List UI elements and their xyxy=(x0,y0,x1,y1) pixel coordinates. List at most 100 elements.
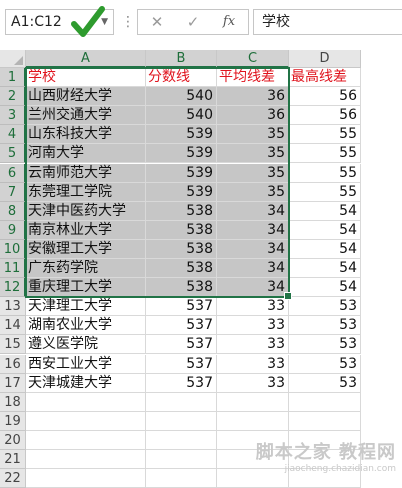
cancel-icon[interactable]: ✕ xyxy=(142,10,172,34)
table-cell[interactable]: 36 xyxy=(217,106,289,126)
row-header[interactable]: 5 xyxy=(0,144,26,164)
table-cell[interactable]: 广东药学院 xyxy=(26,259,146,279)
table-cell[interactable]: 东莞理工学院 xyxy=(26,182,146,202)
table-cell[interactable]: 天津城建大学 xyxy=(26,373,146,393)
table-cell[interactable]: 53 xyxy=(289,316,361,336)
table-cell[interactable]: 55 xyxy=(289,125,361,145)
table-cell[interactable]: 56 xyxy=(289,106,361,126)
table-cell[interactable]: 55 xyxy=(289,144,361,164)
row-header[interactable]: 17 xyxy=(0,373,26,393)
table-cell[interactable] xyxy=(26,430,146,450)
table-cell[interactable]: 湖南农业大学 xyxy=(26,316,146,336)
table-cell[interactable] xyxy=(26,411,146,431)
row-header[interactable]: 11 xyxy=(0,259,26,279)
table-cell[interactable] xyxy=(26,469,146,488)
table-cell[interactable] xyxy=(26,392,146,412)
table-cell[interactable]: 537 xyxy=(146,354,217,374)
row-header[interactable]: 18 xyxy=(0,392,26,412)
table-cell[interactable]: 重庆理工大学 xyxy=(26,278,146,298)
row-header[interactable]: 12 xyxy=(0,278,26,298)
row-header[interactable]: 14 xyxy=(0,316,26,336)
table-cell[interactable] xyxy=(146,450,217,470)
formula-bar-splitter[interactable]: ⋮ xyxy=(121,12,135,32)
table-cell[interactable]: 35 xyxy=(217,125,289,145)
table-cell[interactable]: 54 xyxy=(289,220,361,240)
insert-function-icon[interactable]: fx xyxy=(214,10,244,34)
table-cell[interactable]: 537 xyxy=(146,335,217,355)
table-cell[interactable]: 33 xyxy=(217,373,289,393)
table-cell[interactable]: 539 xyxy=(146,125,217,145)
table-cell[interactable] xyxy=(217,392,289,412)
table-cell[interactable]: 天津理工大学 xyxy=(26,297,146,317)
table-cell[interactable]: 539 xyxy=(146,163,217,183)
row-header[interactable]: 22 xyxy=(0,469,26,488)
table-cell[interactable]: 山东科技大学 xyxy=(26,125,146,145)
table-cell[interactable]: 53 xyxy=(289,354,361,374)
table-cell[interactable] xyxy=(26,450,146,470)
table-cell[interactable]: 35 xyxy=(217,163,289,183)
header-cell[interactable]: 平均线差 xyxy=(217,68,289,88)
table-cell[interactable]: 河南大学 xyxy=(26,144,146,164)
row-header[interactable]: 19 xyxy=(0,411,26,431)
table-cell[interactable]: 34 xyxy=(217,201,289,221)
table-cell[interactable]: 33 xyxy=(217,354,289,374)
table-cell[interactable]: 54 xyxy=(289,239,361,259)
table-cell[interactable]: 34 xyxy=(217,239,289,259)
table-cell[interactable] xyxy=(146,430,217,450)
table-cell[interactable] xyxy=(146,392,217,412)
row-header[interactable]: 4 xyxy=(0,125,26,145)
table-cell[interactable]: 33 xyxy=(217,297,289,317)
header-cell[interactable]: 分数线 xyxy=(146,68,217,88)
table-cell[interactable]: 538 xyxy=(146,220,217,240)
table-cell[interactable]: 538 xyxy=(146,278,217,298)
table-cell[interactable]: 540 xyxy=(146,87,217,107)
table-cell[interactable]: 遵义医学院 xyxy=(26,335,146,355)
table-cell[interactable]: 53 xyxy=(289,373,361,393)
column-header-b[interactable]: B xyxy=(146,50,217,68)
table-cell[interactable]: 山西财经大学 xyxy=(26,87,146,107)
table-cell[interactable]: 35 xyxy=(217,144,289,164)
table-cell[interactable]: 云南师范大学 xyxy=(26,163,146,183)
column-header-d[interactable]: D xyxy=(289,50,361,68)
table-cell[interactable]: 537 xyxy=(146,373,217,393)
row-header[interactable]: 9 xyxy=(0,220,26,240)
table-cell[interactable]: 55 xyxy=(289,182,361,202)
table-cell[interactable]: 西安工业大学 xyxy=(26,354,146,374)
table-cell[interactable]: 539 xyxy=(146,144,217,164)
row-header[interactable]: 20 xyxy=(0,430,26,450)
table-cell[interactable]: 53 xyxy=(289,297,361,317)
row-header[interactable]: 3 xyxy=(0,106,26,126)
row-header[interactable]: 6 xyxy=(0,163,26,183)
table-cell[interactable]: 34 xyxy=(217,259,289,279)
row-header[interactable]: 2 xyxy=(0,87,26,107)
table-cell[interactable]: 538 xyxy=(146,239,217,259)
table-cell[interactable] xyxy=(217,411,289,431)
row-header[interactable]: 1 xyxy=(0,68,26,88)
table-cell[interactable]: 34 xyxy=(217,278,289,298)
table-cell[interactable]: 540 xyxy=(146,106,217,126)
row-header[interactable]: 8 xyxy=(0,201,26,221)
table-cell[interactable]: 天津中医药大学 xyxy=(26,201,146,221)
row-header[interactable]: 10 xyxy=(0,239,26,259)
row-header[interactable]: 15 xyxy=(0,335,26,355)
table-cell[interactable]: 南京林业大学 xyxy=(26,220,146,240)
table-cell[interactable]: 兰州交通大学 xyxy=(26,106,146,126)
table-cell[interactable]: 537 xyxy=(146,297,217,317)
table-cell[interactable] xyxy=(146,411,217,431)
column-header-c[interactable]: C xyxy=(217,50,289,68)
table-cell[interactable]: 53 xyxy=(289,335,361,355)
table-cell[interactable] xyxy=(289,392,361,412)
column-header-a[interactable]: A xyxy=(26,50,146,68)
table-cell[interactable]: 537 xyxy=(146,316,217,336)
row-header[interactable]: 7 xyxy=(0,182,26,202)
table-cell[interactable]: 54 xyxy=(289,259,361,279)
table-cell[interactable] xyxy=(289,411,361,431)
table-cell[interactable]: 54 xyxy=(289,278,361,298)
row-header[interactable]: 13 xyxy=(0,297,26,317)
table-cell[interactable]: 安徽理工大学 xyxy=(26,239,146,259)
formula-input[interactable]: 学校 xyxy=(253,9,402,35)
select-all-corner[interactable] xyxy=(0,50,26,68)
row-header[interactable]: 21 xyxy=(0,450,26,470)
header-cell[interactable]: 最高线差 xyxy=(289,68,361,88)
table-cell[interactable]: 56 xyxy=(289,87,361,107)
